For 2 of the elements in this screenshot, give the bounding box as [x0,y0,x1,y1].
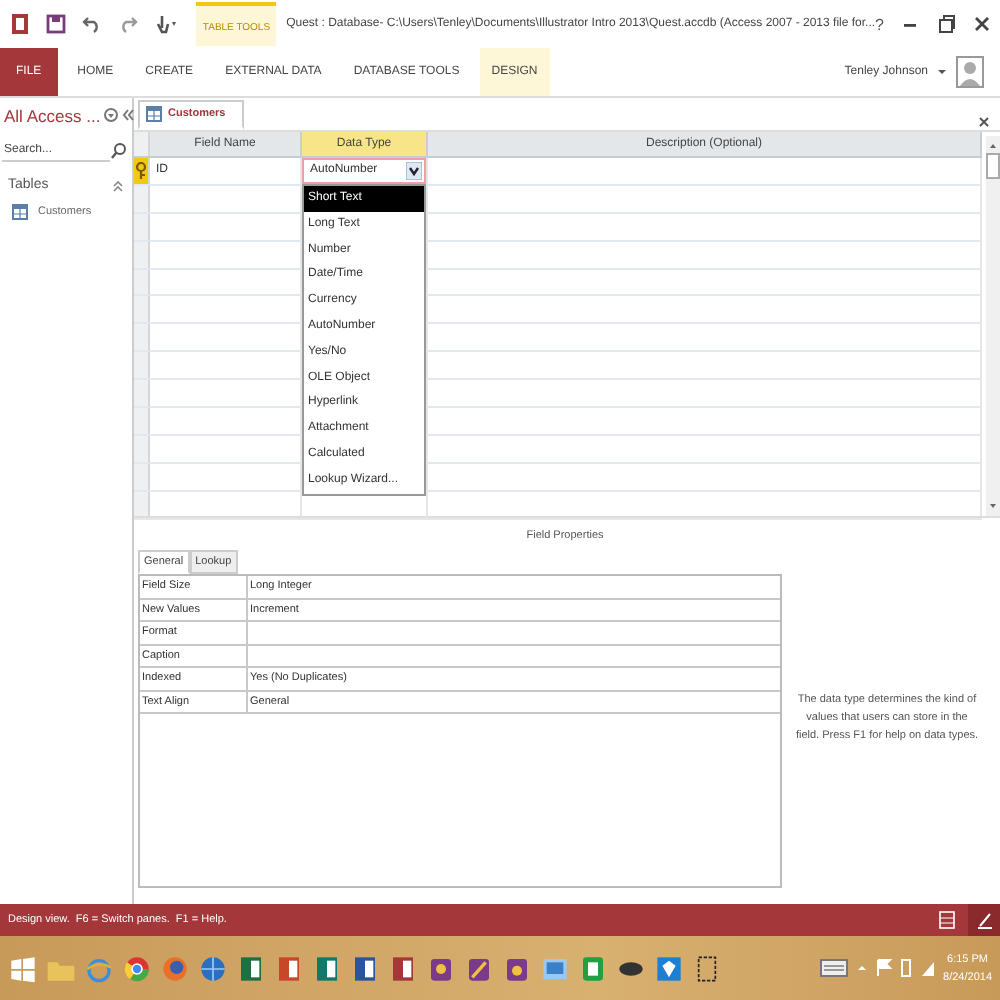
navigation-pane-title[interactable]: All Access ... [4,105,101,125]
help-button[interactable]: ? [875,15,884,33]
